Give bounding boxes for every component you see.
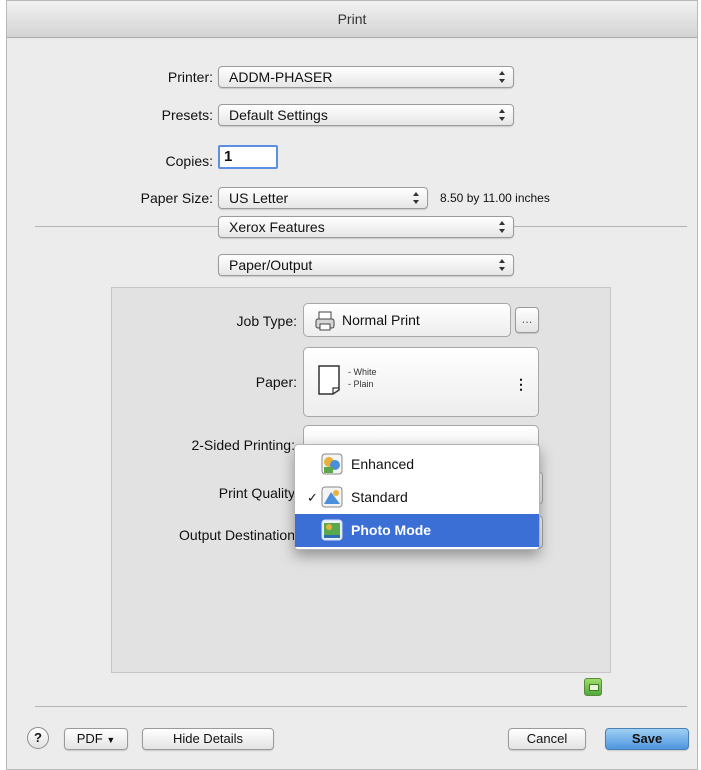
section-popup[interactable]: Paper/Output <box>218 254 514 276</box>
menu-item-label: Standard <box>351 489 408 505</box>
help-button[interactable]: ? <box>27 727 49 749</box>
feature-set-popup[interactable]: Xerox Features <box>218 216 514 238</box>
print-quality-menu: Enhanced ✓ Standard Photo Mode <box>294 444 540 550</box>
supplies-status-icon[interactable] <box>584 678 602 696</box>
presets-popup[interactable]: Default Settings <box>218 104 514 126</box>
menu-item-photo-mode[interactable]: Photo Mode <box>295 514 539 547</box>
popup-arrows-icon <box>413 191 419 205</box>
presets-label: Presets: <box>161 107 213 123</box>
popup-arrows-icon <box>499 220 505 234</box>
menu-item-label: Photo Mode <box>351 522 432 538</box>
popup-arrows-icon <box>499 258 505 272</box>
menu-item-enhanced[interactable]: Enhanced <box>295 448 539 481</box>
job-type-popup[interactable]: Normal Print <box>303 303 511 337</box>
popup-arrows-icon <box>499 70 505 84</box>
paper-size-popup[interactable]: US Letter <box>218 187 428 209</box>
job-type-label: Job Type: <box>236 313 297 329</box>
paper-icon <box>318 365 340 395</box>
paper-label: Paper: <box>255 374 297 390</box>
printer-label: Printer: <box>167 69 213 85</box>
printer-popup[interactable]: ADDM-PHASER <box>218 66 514 88</box>
footer-separator <box>35 706 687 707</box>
printer-glyph <box>589 684 599 691</box>
check-mark-icon: ✓ <box>307 490 318 505</box>
window-title: Print <box>7 1 697 38</box>
popup-arrows-icon <box>499 108 505 122</box>
paper-description: - White - Plain <box>348 366 377 390</box>
paper-type-line: - Plain <box>348 379 374 389</box>
paper-size-value: US Letter <box>229 190 289 206</box>
pdf-menu-button[interactable]: PDF ▼ <box>64 728 128 750</box>
pdf-label: PDF <box>76 731 103 746</box>
cancel-button[interactable]: Cancel <box>508 728 586 750</box>
print-quality-label: Print Quality <box>218 485 295 501</box>
paper-size-dimensions: 8.50 by 11.00 inches <box>440 191 550 205</box>
hide-details-button[interactable]: Hide Details <box>142 728 274 750</box>
popup-arrows-icon <box>492 313 498 327</box>
chevron-down-icon: ▼ <box>106 735 116 745</box>
standard-quality-icon <box>321 486 343 508</box>
output-destination-label: Output Destination <box>179 527 295 543</box>
copies-label: Copies: <box>165 153 213 169</box>
photo-mode-icon <box>321 519 343 541</box>
job-type-value: Normal Print <box>342 312 420 328</box>
copies-input[interactable]: 1 <box>218 145 278 169</box>
menu-item-label: Enhanced <box>351 456 415 472</box>
job-type-more-button[interactable]: ... <box>515 307 539 333</box>
paper-popup[interactable]: - White - Plain ⋮ <box>303 347 539 417</box>
enhanced-quality-icon <box>321 453 343 475</box>
two-sided-label: 2-Sided Printing: <box>191 437 295 453</box>
paper-size-label: Paper Size: <box>140 190 213 206</box>
presets-value: Default Settings <box>229 107 328 123</box>
paper-popup-arrows-icon: ⋮ <box>514 376 528 392</box>
feature-set-value: Xerox Features <box>229 219 325 235</box>
print-dialog: Print Printer: ADDM-PHASER Presets: Defa… <box>6 0 698 770</box>
printer-icon <box>315 311 335 331</box>
section-value: Paper/Output <box>229 257 313 273</box>
menu-item-standard[interactable]: ✓ Standard <box>295 481 539 514</box>
printer-value: ADDM-PHASER <box>229 69 333 85</box>
paper-color-line: - White <box>348 367 377 377</box>
save-button[interactable]: Save <box>605 728 689 750</box>
